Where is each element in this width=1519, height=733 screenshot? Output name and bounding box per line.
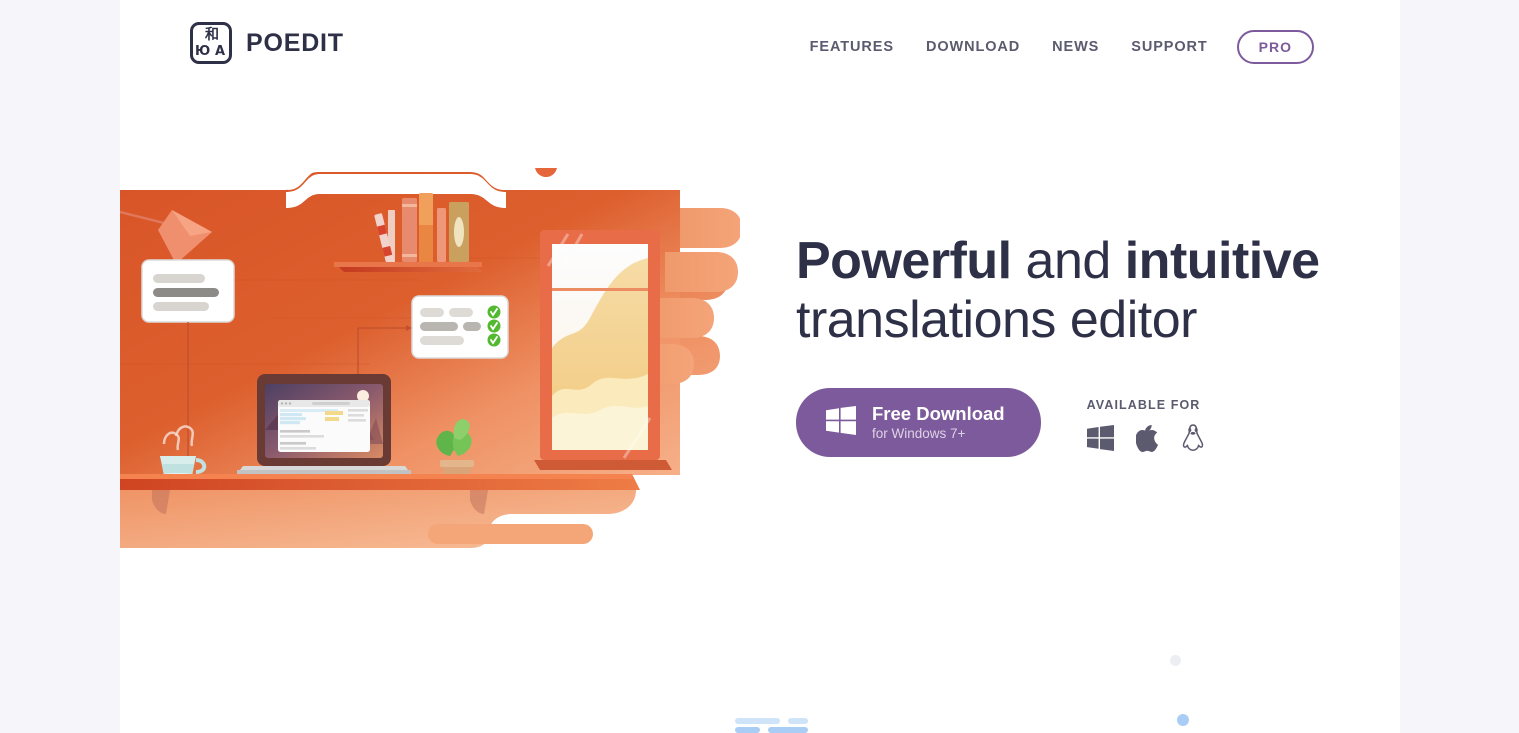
workspace-illustration bbox=[120, 155, 742, 548]
site-header: 和 Ю A POEDIT FEATURES DOWNLOAD NEWS SUPP… bbox=[120, 0, 1400, 96]
apple-icon[interactable] bbox=[1135, 424, 1159, 457]
hero-actions: Free Download for Windows 7+ AVAILABLE F… bbox=[796, 388, 1205, 458]
main-navigation: FEATURES DOWNLOAD NEWS SUPPORT PRO bbox=[794, 30, 1314, 64]
logo-glyph-han: 和 bbox=[205, 27, 219, 43]
headline-connector: and bbox=[1011, 232, 1125, 290]
headline-emphasis-intuitive: intuitive bbox=[1124, 232, 1320, 290]
window bbox=[534, 230, 672, 470]
nav-link-features[interactable]: FEATURES bbox=[794, 31, 910, 63]
headline-emphasis-powerful: Powerful bbox=[796, 232, 1012, 290]
windows-icon[interactable] bbox=[1086, 425, 1114, 456]
windows-icon bbox=[826, 405, 856, 440]
available-for-block: AVAILABLE FOR bbox=[1086, 388, 1205, 457]
laptop bbox=[237, 374, 411, 474]
placeholder-bar-3 bbox=[735, 727, 760, 733]
decorative-dot-gray bbox=[1170, 655, 1181, 666]
browser-viewport: 和 Ю A POEDIT FEATURES DOWNLOAD NEWS SUPP… bbox=[0, 0, 1519, 733]
headline-line-two: translations editor bbox=[796, 290, 1197, 349]
nav-link-news[interactable]: NEWS bbox=[1036, 31, 1115, 63]
next-section-peek bbox=[120, 600, 1400, 733]
download-button-subtitle: for Windows 7+ bbox=[872, 425, 966, 441]
logo-glyph-a: A bbox=[214, 44, 225, 59]
download-button-title: Free Download bbox=[872, 403, 1005, 424]
nav-pro-button[interactable]: PRO bbox=[1236, 30, 1314, 64]
free-download-button[interactable]: Free Download for Windows 7+ bbox=[796, 388, 1041, 458]
decorative-dot-blue bbox=[1177, 714, 1189, 726]
available-for-label: AVAILABLE FOR bbox=[1086, 398, 1201, 412]
placeholder-bar-1 bbox=[735, 718, 780, 724]
poedit-logo-icon: 和 Ю A bbox=[190, 22, 232, 64]
linux-icon[interactable] bbox=[1181, 424, 1205, 457]
logo-glyph-yu: Ю bbox=[195, 44, 211, 59]
hero-copy: Powerful and intuitive translations edit… bbox=[796, 232, 1396, 350]
placeholder-bar-4 bbox=[768, 727, 808, 733]
placeholder-bar-2 bbox=[788, 718, 808, 724]
page-content: 和 Ю A POEDIT FEATURES DOWNLOAD NEWS SUPP… bbox=[120, 0, 1400, 733]
page-title: Powerful and intuitive translations edit… bbox=[796, 232, 1396, 350]
brand-logo-link[interactable]: 和 Ю A POEDIT bbox=[190, 22, 344, 64]
brand-name: POEDIT bbox=[246, 28, 344, 57]
platform-icons bbox=[1086, 424, 1205, 457]
nav-link-support[interactable]: SUPPORT bbox=[1115, 31, 1223, 63]
nav-link-download[interactable]: DOWNLOAD bbox=[910, 31, 1036, 63]
